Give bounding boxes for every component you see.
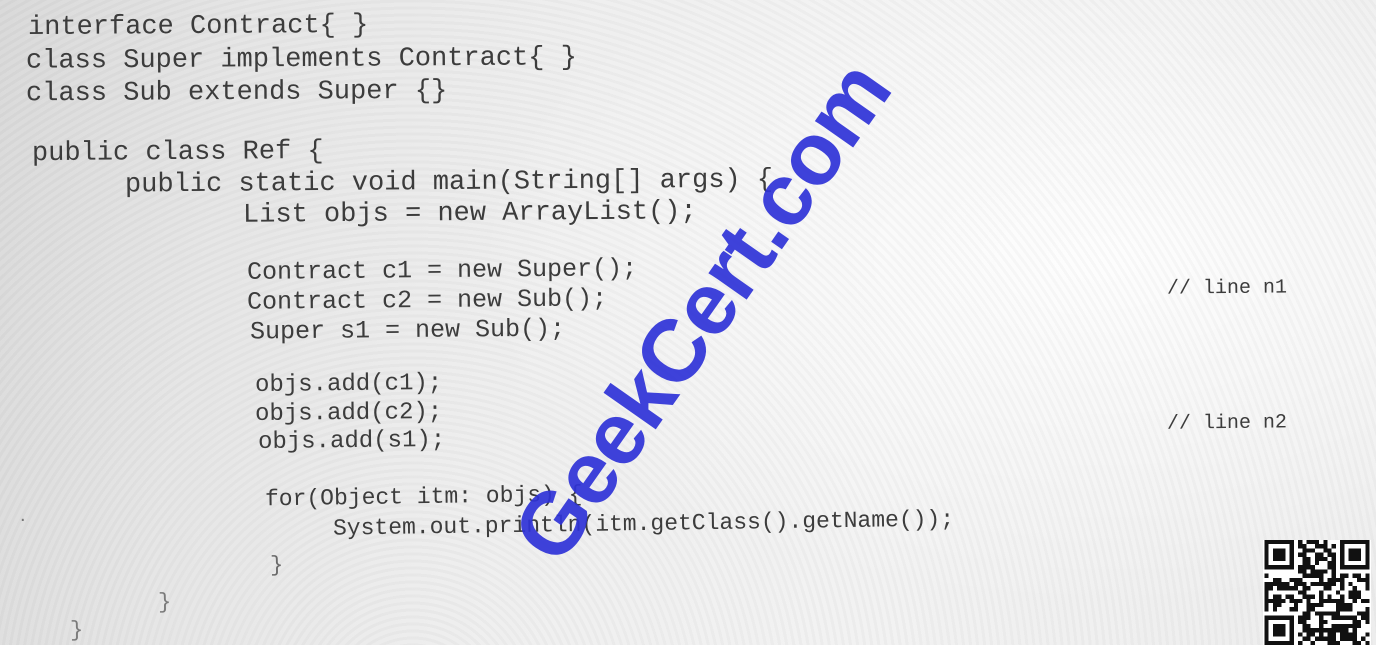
code-line: interface Contract{ } bbox=[27, 10, 369, 44]
line-n2-comment: // line n2 bbox=[1166, 411, 1288, 436]
code-line: } bbox=[69, 617, 84, 644]
qr-code-graphic bbox=[1264, 540, 1370, 645]
code-line: Contract c2 = new Sub(); bbox=[246, 284, 608, 317]
stray-dot: . bbox=[20, 504, 26, 526]
code-line: } bbox=[269, 552, 284, 579]
code-line: public static void main(String[] args) { bbox=[124, 165, 774, 201]
code-line: class Sub extends Super {} bbox=[25, 76, 448, 110]
code-line: System.out.println(itm.getClass().getNam… bbox=[332, 506, 955, 542]
code-line: public class Ref { bbox=[31, 136, 324, 170]
code-line: objs.add(c2); bbox=[254, 398, 443, 429]
java-code-block: interface Contract{ } class Super implem… bbox=[0, 0, 1376, 645]
line-n1-comment: // line n1 bbox=[1166, 276, 1288, 301]
code-line: } bbox=[157, 589, 172, 616]
code-line: class Super implements Contract{ } bbox=[25, 43, 577, 77]
qr-code-icon bbox=[1263, 540, 1371, 645]
code-line: Super s1 = new Sub(); bbox=[249, 314, 566, 347]
code-line: List objs = new ArrayList(); bbox=[242, 197, 697, 231]
code-line: objs.add(c1); bbox=[254, 369, 443, 400]
code-screenshot-photo: interface Contract{ } class Super implem… bbox=[0, 0, 1376, 645]
code-line: for(Object itm: objs) { bbox=[264, 481, 583, 513]
code-line: objs.add(s1); bbox=[257, 426, 446, 457]
code-line: Contract c1 = new Super(); bbox=[246, 254, 638, 287]
